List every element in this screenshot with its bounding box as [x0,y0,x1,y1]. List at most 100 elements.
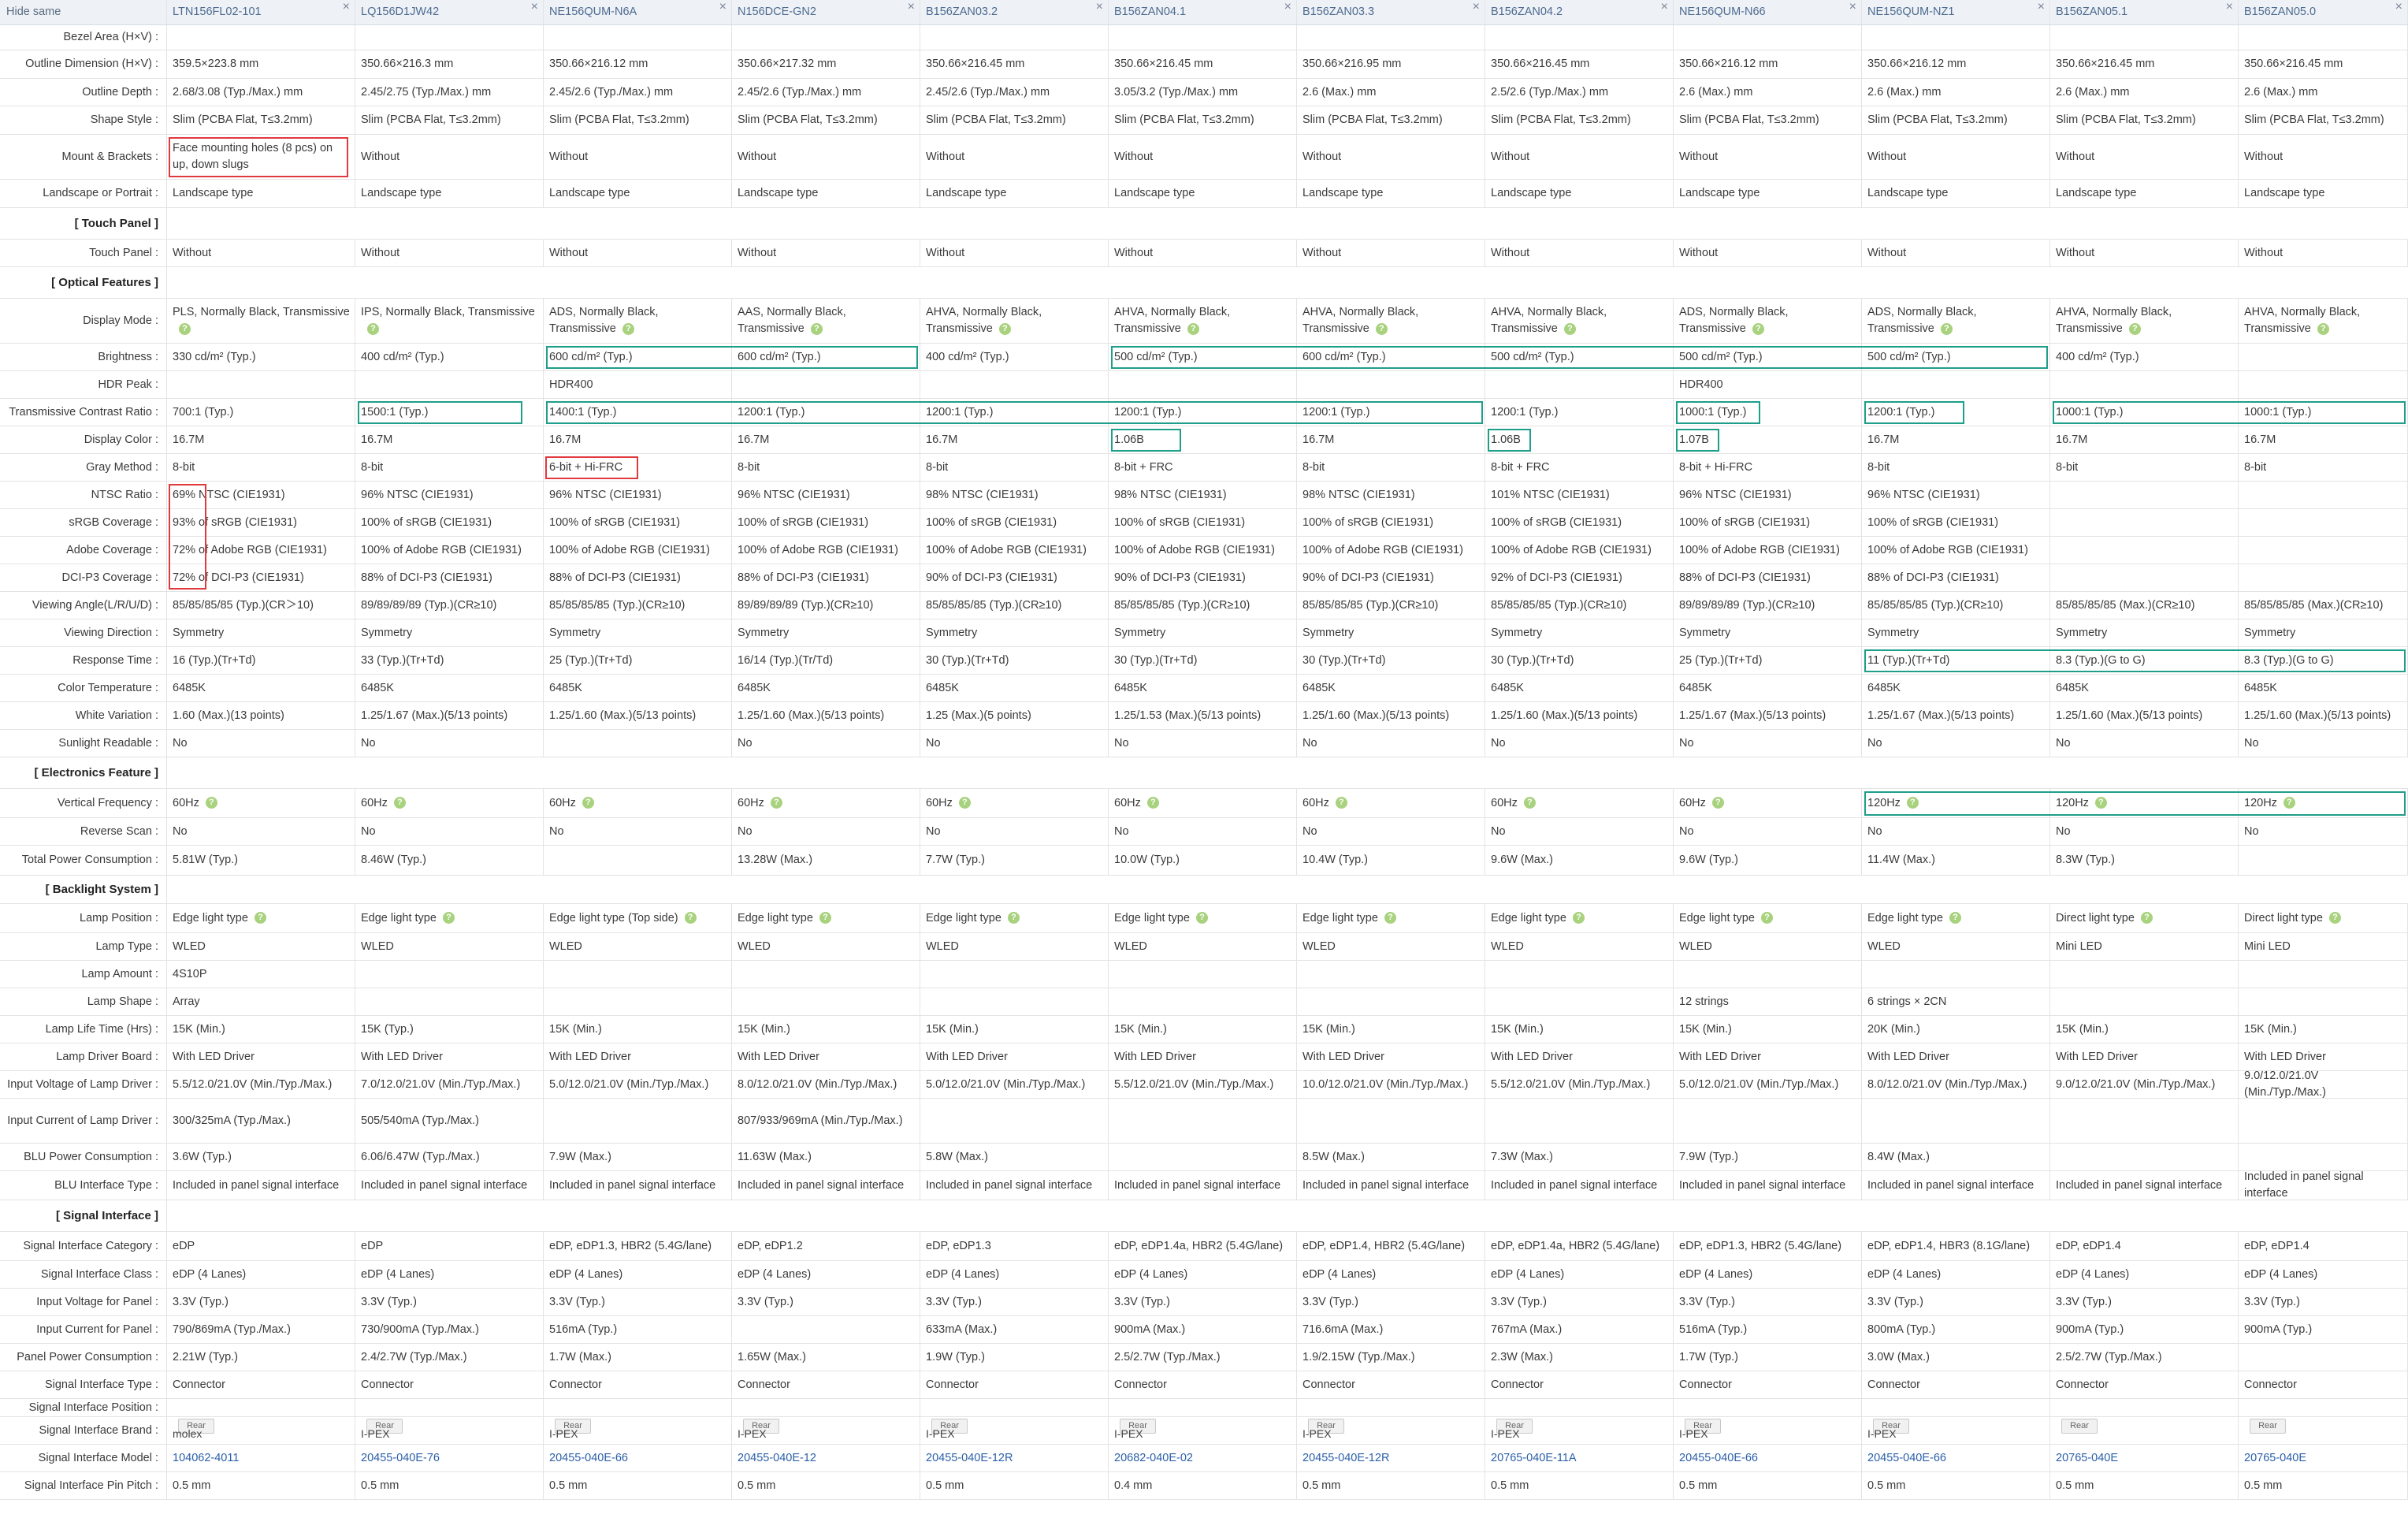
spec-value: ADS, Normally Black, Transmissive? [1674,299,1862,343]
question-mark-circle-icon[interactable]: ? [1940,322,1953,335]
model-link[interactable]: 20455-040E-76 [361,1450,440,1467]
question-mark-circle-icon[interactable]: ? [254,912,266,924]
question-mark-circle-icon[interactable]: ? [1384,912,1396,924]
question-mark-circle-icon[interactable]: ? [442,912,455,924]
question-mark-circle-icon[interactable]: ? [1752,322,1764,335]
column-header-b156zan05-0[interactable]: B156ZAN05.0 × [2239,0,2408,24]
close-icon[interactable]: × [719,0,726,15]
model-name[interactable]: B156ZAN05.0 [2244,4,2316,20]
question-mark-circle-icon[interactable]: ? [582,797,594,809]
question-mark-circle-icon[interactable]: ? [2094,797,2107,809]
question-mark-circle-icon[interactable]: ? [622,322,634,335]
question-mark-circle-icon[interactable]: ? [2328,912,2341,924]
model-name[interactable]: LQ156D1JW42 [361,4,439,20]
close-icon[interactable]: × [531,0,538,15]
spec-value: Without [1485,240,1674,266]
value-text: Without [1114,246,1154,259]
question-mark-circle-icon[interactable]: ? [2128,322,2141,335]
question-mark-circle-icon[interactable]: ? [1146,797,1159,809]
question-mark-circle-icon[interactable]: ? [205,797,217,809]
model-link[interactable]: 20455-040E-66 [549,1450,628,1467]
model-name[interactable]: B156ZAN04.1 [1114,4,1186,20]
column-header-b156zan03-2[interactable]: B156ZAN03.2 × [920,0,1109,24]
model-link[interactable]: 20455-040E-12 [738,1450,816,1467]
model-link[interactable]: 20455-040E-66 [1867,1450,1946,1467]
close-icon[interactable]: × [908,0,915,15]
model-link[interactable]: 104062-4011 [173,1450,239,1467]
close-icon[interactable]: × [1096,0,1103,15]
column-header-ne156qum-nz1[interactable]: NE156QUM-NZ1 × [1862,0,2050,24]
model-link[interactable]: 20455-040E-12R [1302,1450,1389,1467]
brand-name: I-PEX [549,1427,578,1440]
model-name[interactable]: NE156QUM-N66 [1679,4,1766,20]
question-mark-circle-icon[interactable]: ? [998,322,1011,335]
model-name[interactable]: B156ZAN03.3 [1302,4,1374,20]
model-name[interactable]: B156ZAN03.2 [926,4,998,20]
value-text: 2.5/2.7W (Typ./Max.) [2056,1350,2162,1363]
column-header-b156zan04-1[interactable]: B156ZAN04.1 × [1109,0,1297,24]
model-name[interactable]: N156DCE-GN2 [738,4,816,20]
close-icon[interactable]: × [1849,0,1856,15]
model-link[interactable]: 20765-040E [2056,1450,2118,1467]
close-icon[interactable]: × [2038,0,2045,15]
model-link[interactable]: 20455-040E-12R [926,1450,1013,1467]
value-text: eDP, eDP1.4, HBR2 (5.4G/lane) [1302,1239,1466,1252]
spec-value: 8.3 (Typ.)(G to G) [2050,647,2239,674]
question-mark-circle-icon[interactable]: ? [810,322,823,335]
value-text: 13.28W (Max.) [738,854,813,866]
close-icon[interactable]: × [1284,0,1291,15]
column-header-lq156d1jw42[interactable]: LQ156D1JW42 × [355,0,544,24]
model-link[interactable]: 20682-040E-02 [1114,1450,1193,1467]
close-icon[interactable]: × [2395,0,2402,15]
question-mark-circle-icon[interactable]: ? [1760,912,1773,924]
question-mark-circle-icon[interactable]: ? [684,912,697,924]
model-name[interactable]: NE156QUM-NZ1 [1867,4,1954,20]
close-icon[interactable]: × [1661,0,1668,15]
value-text: eDP (4 Lanes) [1302,1267,1377,1281]
question-mark-circle-icon[interactable]: ? [1523,797,1536,809]
question-mark-circle-icon[interactable]: ? [1572,912,1585,924]
model-name[interactable]: B156ZAN04.2 [1491,4,1563,20]
model-name[interactable]: NE156QUM-N6A [549,4,637,20]
column-header-ne156qum-n6a[interactable]: NE156QUM-N6A × [544,0,732,24]
question-mark-circle-icon[interactable]: ? [1007,912,1020,924]
question-mark-circle-icon[interactable]: ? [770,797,782,809]
spec-label: Lamp Life Time (Hrs) : [0,1016,167,1043]
value-text: 6485K [738,681,771,694]
close-icon[interactable]: × [2226,0,2233,15]
question-mark-circle-icon[interactable]: ? [2317,322,2329,335]
close-icon[interactable]: × [1473,0,1480,15]
column-header-ne156qum-n66[interactable]: NE156QUM-N66 × [1674,0,1862,24]
spec-value: 6485K [2239,675,2408,701]
column-header-b156zan05-1[interactable]: B156ZAN05.1 × [2050,0,2239,24]
question-mark-circle-icon[interactable]: ? [2283,797,2295,809]
question-mark-circle-icon[interactable]: ? [1187,322,1199,335]
close-icon[interactable]: × [343,0,350,15]
column-header-b156zan03-3[interactable]: B156ZAN03.3 × [1297,0,1485,24]
model-link[interactable]: 20765-040E [2244,1450,2306,1467]
question-mark-circle-icon[interactable]: ? [1375,322,1388,335]
column-header-n156dce-gn2[interactable]: N156DCE-GN2 × [732,0,920,24]
question-mark-circle-icon[interactable]: ? [958,797,971,809]
model-name[interactable]: B156ZAN05.1 [2056,4,2127,20]
column-header-b156zan04-2[interactable]: B156ZAN04.2 × [1485,0,1674,24]
question-mark-circle-icon[interactable]: ? [1949,912,1961,924]
model-link[interactable]: 20765-040E-11A [1491,1450,1577,1467]
question-mark-circle-icon[interactable]: ? [1906,797,1919,809]
question-mark-circle-icon[interactable]: ? [367,322,379,335]
model-link[interactable]: 20455-040E-66 [1679,1450,1758,1467]
question-mark-circle-icon[interactable]: ? [1711,797,1724,809]
question-mark-circle-icon[interactable]: ? [179,322,191,335]
question-mark-circle-icon[interactable]: ? [1563,322,1576,335]
question-mark-circle-icon[interactable]: ? [2140,912,2153,924]
hide-same-toggle[interactable]: Hide same [0,0,167,24]
question-mark-circle-icon[interactable]: ? [393,797,406,809]
value-text: Symmetry [2056,626,2108,639]
question-mark-circle-icon[interactable]: ? [819,912,831,924]
section-electronics-feature: [ Electronics Feature ] [0,757,2408,789]
model-name[interactable]: LTN156FL02-101 [173,4,262,20]
spec-value: 85/85/85/85 (Typ.)(CR≥10) [1862,592,2050,619]
column-header-ltn156fl02-101[interactable]: LTN156FL02-101 × [167,0,355,24]
question-mark-circle-icon[interactable]: ? [1195,912,1208,924]
question-mark-circle-icon[interactable]: ? [1335,797,1347,809]
